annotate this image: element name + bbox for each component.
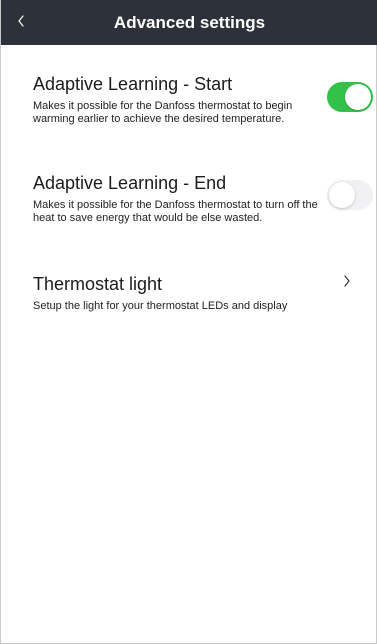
adaptive-learning-end-toggle[interactable]	[327, 180, 373, 210]
header-bar: Advanced settings	[1, 0, 377, 45]
setting-description: Makes it possible for the Danfoss thermo…	[33, 100, 293, 125]
setting-adaptive-learning-end: Adaptive Learning - End Makes it possibl…	[33, 172, 363, 225]
setting-description: Setup the light for your thermostat LEDs…	[33, 300, 288, 312]
setting-adaptive-learning-start: Adaptive Learning - Start Makes it possi…	[33, 73, 363, 126]
setting-title: Adaptive Learning - End	[33, 173, 227, 193]
settings-screen: Advanced settings Adaptive Learning - St…	[0, 0, 377, 644]
toggle-knob	[329, 182, 355, 208]
setting-title: Adaptive Learning - Start	[33, 74, 233, 94]
page-title: Advanced settings	[113, 13, 266, 32]
setting-thermostat-light[interactable]: Thermostat light Setup the light for you…	[33, 273, 373, 313]
setting-description: Makes it possible for the Danfoss thermo…	[33, 199, 318, 224]
chevron-left-icon	[16, 13, 26, 29]
toggle-knob	[345, 84, 371, 110]
adaptive-learning-start-toggle[interactable]	[327, 82, 373, 112]
back-button[interactable]	[7, 6, 35, 36]
setting-title: Thermostat light	[33, 274, 163, 294]
chevron-right-icon[interactable]	[340, 273, 354, 289]
